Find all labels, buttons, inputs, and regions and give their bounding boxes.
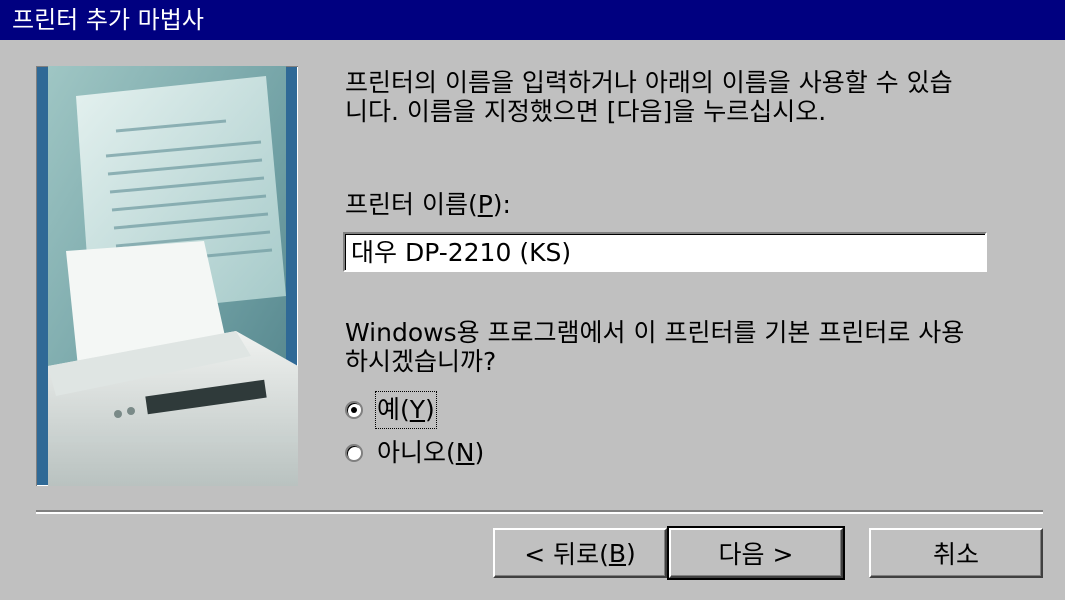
back-button-suffix: ) xyxy=(626,538,636,568)
radio-no-label[interactable]: 아니오(N) xyxy=(377,436,484,470)
instructions-line-1: 프린터의 이름을 입력하거나 아래의 이름을 사용할 수 있습 xyxy=(345,68,953,97)
radio-no-prefix: 아니오( xyxy=(377,438,456,467)
instructions-line-2: 니다. 이름을 지정했으면 [다음]을 누르십시오. xyxy=(345,97,827,126)
cancel-button[interactable]: 취소 xyxy=(869,528,1043,578)
back-button[interactable]: < 뒤로(B) xyxy=(493,528,667,578)
question-line-1: Windows용 프로그램에서 이 프린터를 기본 프린터로 사용 xyxy=(345,318,965,347)
radio-yes-label[interactable]: 예(Y) xyxy=(375,391,437,429)
question-line-2: 하시겠습니까? xyxy=(345,347,497,376)
window-title: 프린터 추가 마법사 xyxy=(12,6,204,34)
printer-name-label-prefix: 프린터 이름( xyxy=(345,190,478,219)
radio-yes-prefix: 예( xyxy=(377,395,410,424)
radio-yes-button[interactable] xyxy=(345,401,363,419)
radio-selected-dot-icon xyxy=(351,407,357,413)
instructions-text: 프린터의 이름을 입력하거나 아래의 이름을 사용할 수 있습 니다. 이름을 … xyxy=(345,68,1035,126)
wizard-image xyxy=(36,66,298,486)
radio-no-suffix: ) xyxy=(474,438,485,467)
next-button[interactable]: 다음 > xyxy=(667,526,845,580)
radio-no-accel-key: N xyxy=(455,438,475,467)
printer-name-accel-key: P xyxy=(477,190,493,219)
title-bar[interactable]: 프린터 추가 마법사 xyxy=(0,0,1065,40)
printer-name-input[interactable]: 대우 DP-2210 (KS) xyxy=(343,232,987,272)
back-button-accel-key: B xyxy=(608,538,627,568)
printer-illustration-icon xyxy=(48,66,298,486)
add-printer-wizard-window: 프린터 추가 마법사 프린터의 이름을 입력하거나 아래의 이름을 사용할 수 … xyxy=(0,0,1065,600)
default-printer-question: Windows용 프로그램에서 이 프린터를 기본 프린터로 사용 하시겠습니까… xyxy=(345,318,964,376)
printer-name-label-suffix: ): xyxy=(492,190,511,219)
radio-yes-suffix: ) xyxy=(425,395,435,424)
radio-yes-accel-key: Y xyxy=(409,395,426,424)
back-button-prefix: < 뒤로( xyxy=(524,540,609,569)
printer-name-value[interactable]: 대우 DP-2210 (KS) xyxy=(351,237,571,269)
radio-no-button[interactable] xyxy=(345,444,363,462)
button-separator xyxy=(36,510,1043,514)
printer-name-label: 프린터 이름(P): xyxy=(345,190,511,220)
